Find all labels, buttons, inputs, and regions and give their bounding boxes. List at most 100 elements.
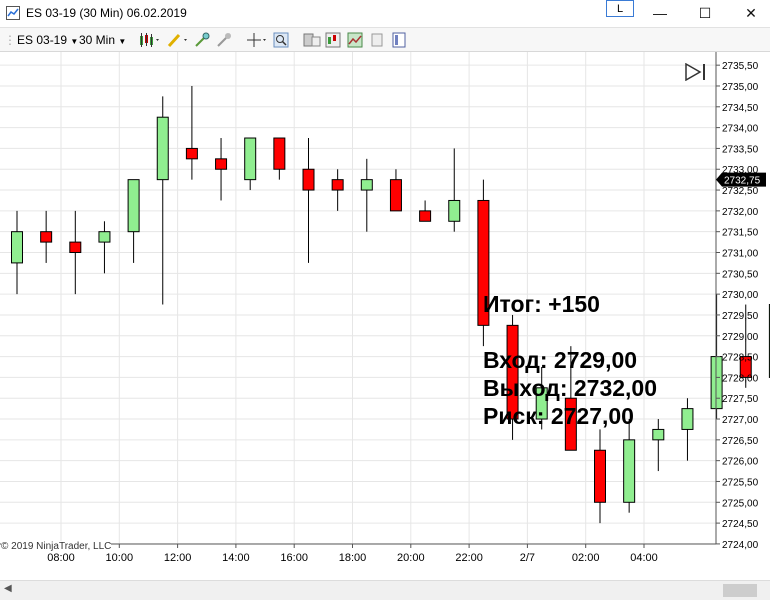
x-tick-label: 2/7 [520, 552, 535, 564]
y-tick-label: 2732,00 [722, 207, 759, 218]
y-tick-label: 2730,00 [722, 290, 759, 301]
y-tick-label: 2735,50 [722, 61, 759, 72]
y-tick-label: 2728,50 [722, 353, 759, 364]
last-price-badge: 2732,75 [716, 172, 766, 187]
down-candle-body [69, 241, 82, 254]
y-tick-label: 2729,50 [722, 311, 759, 322]
indicator-icon[interactable] [194, 32, 210, 48]
candle [302, 138, 315, 263]
candle [127, 179, 140, 263]
down-candle-body [302, 168, 315, 191]
x-tick-label: 14:00 [222, 552, 250, 564]
chart-trader-icon[interactable] [325, 32, 341, 48]
down-candle-body [273, 137, 286, 170]
instrument-selector[interactable]: ES 03-19 ▼ [17, 32, 78, 48]
scrollbar-thumb[interactable] [723, 584, 757, 597]
candle [419, 200, 432, 222]
down-candle-body [331, 179, 344, 191]
scroll-to-end-icon[interactable] [684, 63, 708, 81]
up-candle-body [360, 179, 373, 191]
up-candle-body [127, 179, 140, 233]
candle [594, 429, 606, 524]
candle [40, 210, 53, 263]
x-tick-label: 16:00 [280, 552, 308, 564]
x-tick-label: 08:00 [47, 552, 75, 564]
down-candle-body [594, 449, 606, 503]
maximize-button[interactable]: ☐ [690, 4, 720, 22]
candle [215, 138, 228, 201]
templates-icon[interactable] [391, 32, 407, 48]
up-candle-body [652, 428, 665, 441]
x-tick-label: 10:00 [106, 552, 134, 564]
candle [244, 137, 257, 191]
x-tick-label: 20:00 [397, 552, 425, 564]
down-candle-body [419, 210, 432, 222]
y-tick-label: 2729,00 [722, 332, 759, 343]
last-price-label: 2732,75 [724, 176, 761, 187]
interval-label: 30 Min [79, 33, 116, 47]
y-tick-label: 2726,50 [722, 436, 759, 447]
x-tick-label: 04:00 [630, 552, 658, 564]
up-candle-body [710, 356, 723, 410]
y-tick-label: 2726,00 [722, 457, 759, 468]
x-tick-label: 12:00 [164, 552, 192, 564]
close-button[interactable]: ✕ [736, 4, 766, 22]
y-tick-label: 2724,50 [722, 519, 759, 530]
title-bar: ES 03-19 (30 Min) 06.02.2019 L — ☐ ✕ [0, 0, 770, 26]
y-tick-label: 2731,00 [722, 249, 759, 260]
crosshair-icon[interactable] [246, 32, 268, 48]
up-candle-body [156, 116, 169, 181]
trade-annotation: Итог: +150 Вход: 2729,00 Выход: 2732,00 … [483, 290, 657, 430]
y-tick-label: 2727,50 [722, 394, 759, 405]
up-candle-body [681, 408, 694, 430]
down-candle-body [215, 158, 228, 170]
zoom-icon[interactable] [273, 32, 289, 48]
y-tick-label: 2724,00 [722, 540, 759, 551]
risk-text: Риск: 2727,00 [483, 403, 634, 429]
candle [11, 210, 23, 295]
snapshot-icon[interactable] [369, 32, 385, 48]
y-tick-label: 2733,50 [722, 144, 759, 155]
minimize-button[interactable]: — [645, 4, 675, 22]
scroll-left-icon[interactable]: ◀ [4, 583, 12, 594]
down-candle-body [389, 179, 402, 212]
y-tick-label: 2731,50 [722, 228, 759, 239]
exit-text: Выход: 2732,00 [483, 375, 658, 401]
candle [681, 398, 694, 461]
copyright-text: © 2019 NinjaTrader, LLC [1, 541, 112, 552]
window-title: ES 03-19 (30 Min) 06.02.2019 [26, 6, 187, 20]
chevron-down-icon: ▼ [118, 37, 127, 46]
toolbar-grip: ⋮ [4, 33, 16, 47]
y-tick-label: 2727,00 [722, 415, 759, 426]
up-candle-body [623, 439, 636, 503]
chevron-down-icon: ▼ [70, 37, 79, 46]
x-tick-label: 22:00 [455, 552, 483, 564]
up-candle-body [98, 231, 111, 243]
candle [623, 419, 636, 513]
data-box-icon[interactable] [303, 32, 321, 48]
strategy-icon[interactable] [216, 32, 232, 48]
candle [389, 169, 402, 212]
interval-selector[interactable]: 30 Min ▼ [79, 32, 126, 48]
y-tick-label: 2732,50 [722, 186, 759, 197]
x-tick-label: 18:00 [339, 552, 367, 564]
app-icon [6, 6, 20, 20]
x-tick-label: 02:00 [572, 552, 600, 564]
candle [98, 221, 111, 274]
candle [185, 85, 198, 180]
y-tick-label: 2725,50 [722, 477, 759, 488]
candle [273, 137, 286, 180]
y-tick-label: 2728,00 [722, 373, 759, 384]
chart-toolbar: ⋮ ES 03-19 ▼ 30 Min ▼ [0, 27, 770, 52]
drawing-tools-icon[interactable] [166, 32, 190, 48]
y-tick-label: 2734,50 [722, 103, 759, 114]
chart-style-icon[interactable] [138, 32, 162, 48]
up-candle-body [11, 231, 23, 264]
candle [331, 169, 344, 211]
properties-icon[interactable] [347, 32, 363, 48]
y-tick-label: 2730,50 [722, 269, 759, 280]
up-candle-body [244, 137, 257, 181]
layout-button[interactable]: L [606, 0, 634, 17]
horizontal-scrollbar[interactable]: ◀ [0, 580, 770, 600]
up-candle-body [448, 199, 461, 222]
